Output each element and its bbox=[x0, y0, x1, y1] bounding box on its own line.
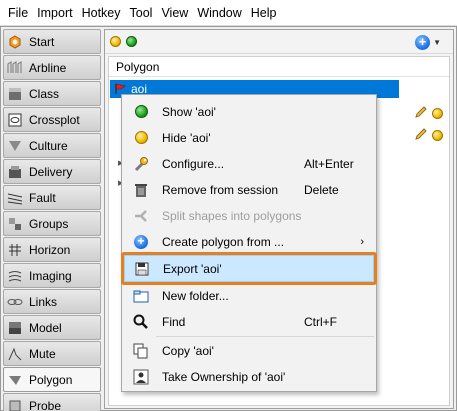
menu-item-hide[interactable]: Hide 'aoi' bbox=[124, 125, 374, 150]
plus-circle-icon: + bbox=[132, 233, 150, 251]
visibility-dot-icon[interactable] bbox=[432, 108, 443, 119]
start-icon bbox=[7, 34, 23, 50]
magnifier-icon bbox=[132, 313, 150, 331]
menu-tool[interactable]: Tool bbox=[126, 0, 158, 26]
menu-hotkey[interactable]: Hotkey bbox=[78, 0, 126, 26]
menu-bar: File Import Hotkey Tool View Window Help bbox=[0, 0, 457, 26]
context-menu: Show 'aoi' Hide 'aoi' Configure... Alt+E… bbox=[121, 94, 377, 392]
sidebar-item-label: Links bbox=[29, 294, 58, 309]
arbline-icon bbox=[7, 60, 23, 76]
menu-help[interactable]: Help bbox=[247, 0, 282, 26]
culture-icon bbox=[7, 138, 23, 154]
sidebar-item-label: Fault bbox=[29, 190, 56, 205]
crossplot-icon bbox=[7, 112, 23, 128]
sidebar-item-links[interactable]: Links bbox=[3, 289, 101, 314]
folder-icon bbox=[132, 287, 150, 305]
wrench-icon bbox=[132, 155, 150, 173]
groups-icon bbox=[7, 216, 23, 232]
sidebar-item-crossplot[interactable]: Crossplot bbox=[3, 107, 101, 132]
menu-item-export[interactable]: Export 'aoi' bbox=[124, 255, 374, 282]
sidebar-item-label: Model bbox=[29, 320, 62, 335]
menu-item-take-ownership[interactable]: Take Ownership of 'aoi' bbox=[124, 364, 374, 389]
sidebar-item-label: Start bbox=[29, 34, 55, 49]
sidebar-item-label: Horizon bbox=[29, 242, 71, 257]
sidebar-item-horizon[interactable]: Horizon bbox=[3, 237, 101, 262]
menu-window[interactable]: Window bbox=[193, 0, 246, 26]
mute-icon bbox=[7, 346, 23, 362]
sidebar-item-label: Imaging bbox=[29, 268, 72, 283]
sidebar-item-delivery[interactable]: Delivery bbox=[3, 159, 101, 184]
sidebar-item-imaging[interactable]: Imaging bbox=[3, 263, 101, 288]
menu-import[interactable]: Import bbox=[33, 0, 77, 26]
menu-item-show[interactable]: Show 'aoi' bbox=[124, 99, 374, 124]
sidebar-item-label: Polygon bbox=[29, 372, 73, 387]
probe-icon bbox=[7, 398, 23, 411]
sidebar-item-label: Class bbox=[29, 86, 60, 101]
ownership-icon bbox=[132, 368, 150, 386]
hide-all-icon[interactable] bbox=[110, 36, 121, 47]
show-all-icon[interactable] bbox=[126, 36, 137, 47]
sidebar-item-groups[interactable]: Groups bbox=[3, 211, 101, 236]
add-menu-button[interactable]: + ▼ bbox=[415, 35, 441, 50]
sidebar-item-start[interactable]: Start bbox=[3, 29, 101, 54]
fault-icon bbox=[7, 190, 23, 206]
plus-circle-icon: + bbox=[415, 35, 431, 50]
sidebar-item-label: Arbline bbox=[29, 60, 67, 75]
copy-icon bbox=[132, 342, 150, 360]
sidebar-item-label: Groups bbox=[29, 216, 69, 231]
pencil-icon[interactable] bbox=[414, 105, 428, 122]
menu-item-copy[interactable]: Copy 'aoi' bbox=[124, 338, 374, 363]
sidebar-item-probe[interactable]: Probe bbox=[3, 393, 101, 411]
green-dot-icon bbox=[132, 103, 150, 121]
chevron-down-icon: ▼ bbox=[433, 38, 441, 47]
menu-separator bbox=[156, 336, 374, 337]
trash-icon bbox=[132, 181, 150, 199]
sidebar-item-label: Probe bbox=[29, 398, 62, 411]
imaging-icon bbox=[7, 268, 23, 284]
sidebar: Start Arbline Class Crossplot Culture De… bbox=[3, 29, 101, 411]
visibility-dot-icon[interactable] bbox=[432, 130, 443, 141]
polygon-icon bbox=[7, 372, 23, 388]
sidebar-item-label: Crossplot bbox=[29, 112, 80, 127]
sidebar-item-label: Mute bbox=[29, 346, 56, 361]
export-icon bbox=[133, 260, 151, 278]
column-header[interactable]: Polygon bbox=[109, 57, 449, 77]
sidebar-item-culture[interactable]: Culture bbox=[3, 133, 101, 158]
menu-item-split-shapes: Split shapes into polygons bbox=[124, 203, 374, 228]
sidebar-item-label: Culture bbox=[29, 138, 68, 153]
model-icon bbox=[7, 320, 23, 336]
menu-view[interactable]: View bbox=[157, 0, 193, 26]
menu-item-new-folder[interactable]: New folder... bbox=[124, 283, 374, 308]
delivery-icon bbox=[7, 164, 23, 180]
sidebar-item-class[interactable]: Class bbox=[3, 81, 101, 106]
menu-file[interactable]: File bbox=[4, 0, 33, 26]
sidebar-item-model[interactable]: Model bbox=[3, 315, 101, 340]
row-tools bbox=[414, 105, 443, 122]
menu-item-configure[interactable]: Configure... Alt+Enter bbox=[124, 151, 374, 176]
links-icon bbox=[7, 294, 23, 310]
sidebar-item-label: Delivery bbox=[29, 164, 73, 179]
sidebar-item-fault[interactable]: Fault bbox=[3, 185, 101, 210]
sidebar-item-mute[interactable]: Mute bbox=[3, 341, 101, 366]
horizon-icon bbox=[7, 242, 23, 258]
submenu-arrow-icon: › bbox=[360, 235, 364, 248]
menu-item-create-polygon[interactable]: + Create polygon from ... › bbox=[124, 229, 374, 254]
sidebar-item-polygon[interactable]: Polygon bbox=[3, 367, 101, 392]
menu-item-find[interactable]: Find Ctrl+F bbox=[124, 309, 374, 334]
pencil-icon[interactable] bbox=[414, 127, 428, 144]
sidebar-item-arbline[interactable]: Arbline bbox=[3, 55, 101, 80]
yellow-dot-icon bbox=[132, 129, 150, 147]
class-icon bbox=[7, 86, 23, 102]
split-icon bbox=[132, 207, 150, 225]
menu-item-remove[interactable]: Remove from session Delete bbox=[124, 177, 374, 202]
panel-toolbar: + ▼ bbox=[105, 30, 453, 54]
row-tools bbox=[414, 127, 443, 144]
